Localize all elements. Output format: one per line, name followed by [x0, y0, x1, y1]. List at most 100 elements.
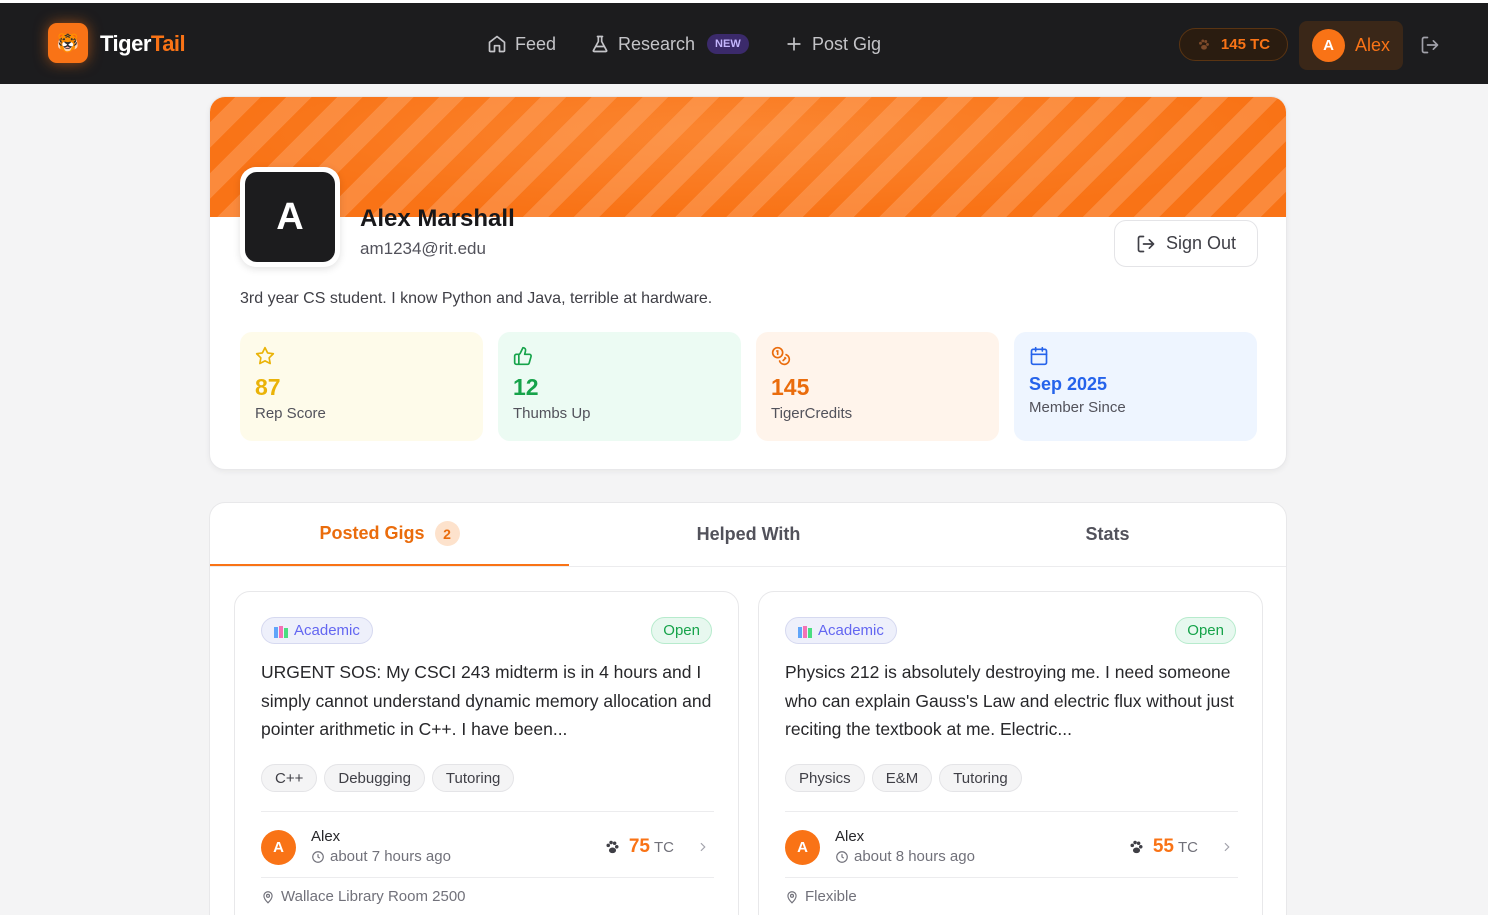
category-badge: Academic: [785, 617, 897, 644]
reward-unit: TC: [1178, 838, 1198, 856]
map-pin-icon: [787, 890, 797, 904]
books-icon: [274, 625, 288, 638]
top-navbar: 🐯 TigerTail Feed Research NEW Post Gig 1…: [0, 3, 1488, 84]
brand-text-2: Tail: [150, 31, 186, 56]
status-badge: Open: [1175, 617, 1236, 644]
gig-location: Flexible: [785, 888, 857, 905]
stat-tigercredits: 145 TigerCredits: [756, 332, 999, 441]
reward: 75 TC: [604, 836, 710, 858]
brand-text-1: Tiger: [100, 31, 151, 56]
tab-posted-gigs[interactable]: Posted Gigs 2: [210, 503, 569, 566]
tag[interactable]: Physics: [785, 764, 865, 792]
credits-value: 145 TC: [1220, 36, 1271, 53]
stat-rep-score: 87 Rep Score: [240, 332, 483, 441]
avatar: A: [785, 830, 820, 865]
gig-location: Wallace Library Room 2500: [261, 888, 466, 905]
nav-research-label: Research: [618, 33, 696, 54]
category-label: Academic: [294, 622, 360, 639]
location-text: Flexible: [805, 888, 857, 905]
stat-value: 145: [771, 374, 810, 400]
reward-amount: 55: [1152, 836, 1174, 857]
tag[interactable]: Tutoring: [939, 764, 1022, 792]
category-label: Academic: [818, 622, 884, 639]
stat-member-since: Sep 2025 Member Since: [1014, 332, 1257, 441]
nav-post-gig-label: Post Gig: [812, 33, 882, 54]
tab-count-badge: 2: [434, 521, 460, 546]
tab-label: Posted Gigs: [319, 523, 425, 543]
tab-stats[interactable]: Stats: [928, 503, 1287, 566]
sign-out-button[interactable]: Sign Out: [1114, 220, 1258, 267]
tab-helped-with[interactable]: Helped With: [569, 503, 928, 566]
new-badge: NEW: [707, 34, 749, 54]
location-text: Wallace Library Room 2500: [281, 888, 466, 905]
clock-icon: [312, 850, 324, 863]
flask-icon: [592, 35, 608, 53]
credits-pill[interactable]: 145 TC: [1179, 28, 1288, 61]
home-icon: [488, 35, 506, 53]
chevron-right-icon: [1224, 842, 1230, 852]
clock-icon: [836, 850, 848, 863]
avatar: A: [261, 830, 296, 865]
tag[interactable]: Debugging: [324, 764, 425, 792]
gig-card[interactable]: Academic Open Physics 212 is absolutely …: [758, 591, 1263, 915]
user-menu-button[interactable]: A Alex: [1299, 21, 1403, 70]
gig-description: URGENT SOS: My CSCI 243 midterm is in 4 …: [261, 662, 712, 739]
poster-name: Alex: [835, 828, 865, 845]
paw-icon: [606, 840, 619, 853]
post-time-text: about 7 hours ago: [330, 848, 451, 865]
tiger-icon[interactable]: 🐯: [48, 23, 88, 63]
stat-label: Member Since: [1029, 399, 1126, 416]
gig-card[interactable]: Academic Open URGENT SOS: My CSCI 243 mi…: [234, 591, 739, 915]
stat-label: Thumbs Up: [513, 405, 591, 422]
profile-bio: 3rd year CS student. I know Python and J…: [240, 290, 713, 307]
poster-name: Alex: [311, 828, 341, 845]
profile-avatar: A: [240, 167, 340, 267]
tag[interactable]: E&M: [871, 764, 933, 792]
reward: 55 TC: [1128, 836, 1234, 858]
gigs-panel: Posted Gigs 2 Helped With Stats Academic…: [209, 502, 1287, 915]
books-icon: [798, 625, 812, 638]
gig-description: Physics 212 is absolutely destroying me.…: [785, 662, 1234, 739]
tab-label: Stats: [1085, 524, 1130, 544]
post-time-text: about 8 hours ago: [854, 848, 975, 865]
tag[interactable]: C++: [261, 764, 318, 792]
profile-card: A Alex Marshall am1234@rit.edu Sign Out …: [209, 96, 1287, 470]
nav-post-gig[interactable]: Post Gig: [784, 32, 881, 56]
thumbs-up-icon: [513, 346, 532, 366]
tag-list: C++ Debugging Tutoring: [261, 764, 515, 792]
stat-label: Rep Score: [255, 405, 326, 422]
tag[interactable]: Tutoring: [431, 764, 515, 792]
profile-name: Alex Marshall: [360, 205, 515, 232]
sign-out-label: Sign Out: [1165, 233, 1237, 253]
tab-label: Helped With: [696, 524, 801, 544]
reward-amount: 75: [628, 836, 650, 857]
star-icon: [255, 346, 275, 365]
chevron-right-icon: [700, 842, 706, 852]
stat-thumbs-up: 12 Thumbs Up: [498, 332, 741, 441]
paw-icon: [1198, 38, 1209, 50]
profile-email: am1234@rit.edu: [360, 239, 486, 258]
calendar-icon: [1030, 346, 1048, 366]
tag-list: Physics E&M Tutoring: [785, 764, 1022, 792]
category-badge: Academic: [261, 617, 373, 644]
nav-feed[interactable]: Feed: [487, 32, 556, 56]
reward-unit: TC: [654, 838, 674, 856]
status-badge: Open: [651, 617, 712, 644]
stat-value: 12: [513, 374, 539, 400]
post-time: about 7 hours ago: [311, 848, 451, 865]
stat-value: 87: [255, 374, 281, 400]
logout-icon: [1137, 235, 1155, 252]
coins-icon: [771, 346, 791, 366]
post-time: about 8 hours ago: [835, 848, 975, 865]
plus-icon: [787, 37, 801, 51]
paw-icon: [1130, 840, 1143, 853]
brand-logo[interactable]: TigerTail: [100, 31, 186, 57]
avatar: A: [1312, 29, 1345, 62]
nav-feed-label: Feed: [515, 33, 557, 54]
logout-icon[interactable]: [1420, 35, 1440, 55]
profile-avatar-initial: A: [245, 172, 335, 262]
stat-label: TigerCredits: [771, 405, 853, 422]
nav-research[interactable]: Research NEW: [590, 32, 749, 56]
map-pin-icon: [263, 890, 273, 904]
stat-value: Sep 2025: [1029, 374, 1108, 394]
